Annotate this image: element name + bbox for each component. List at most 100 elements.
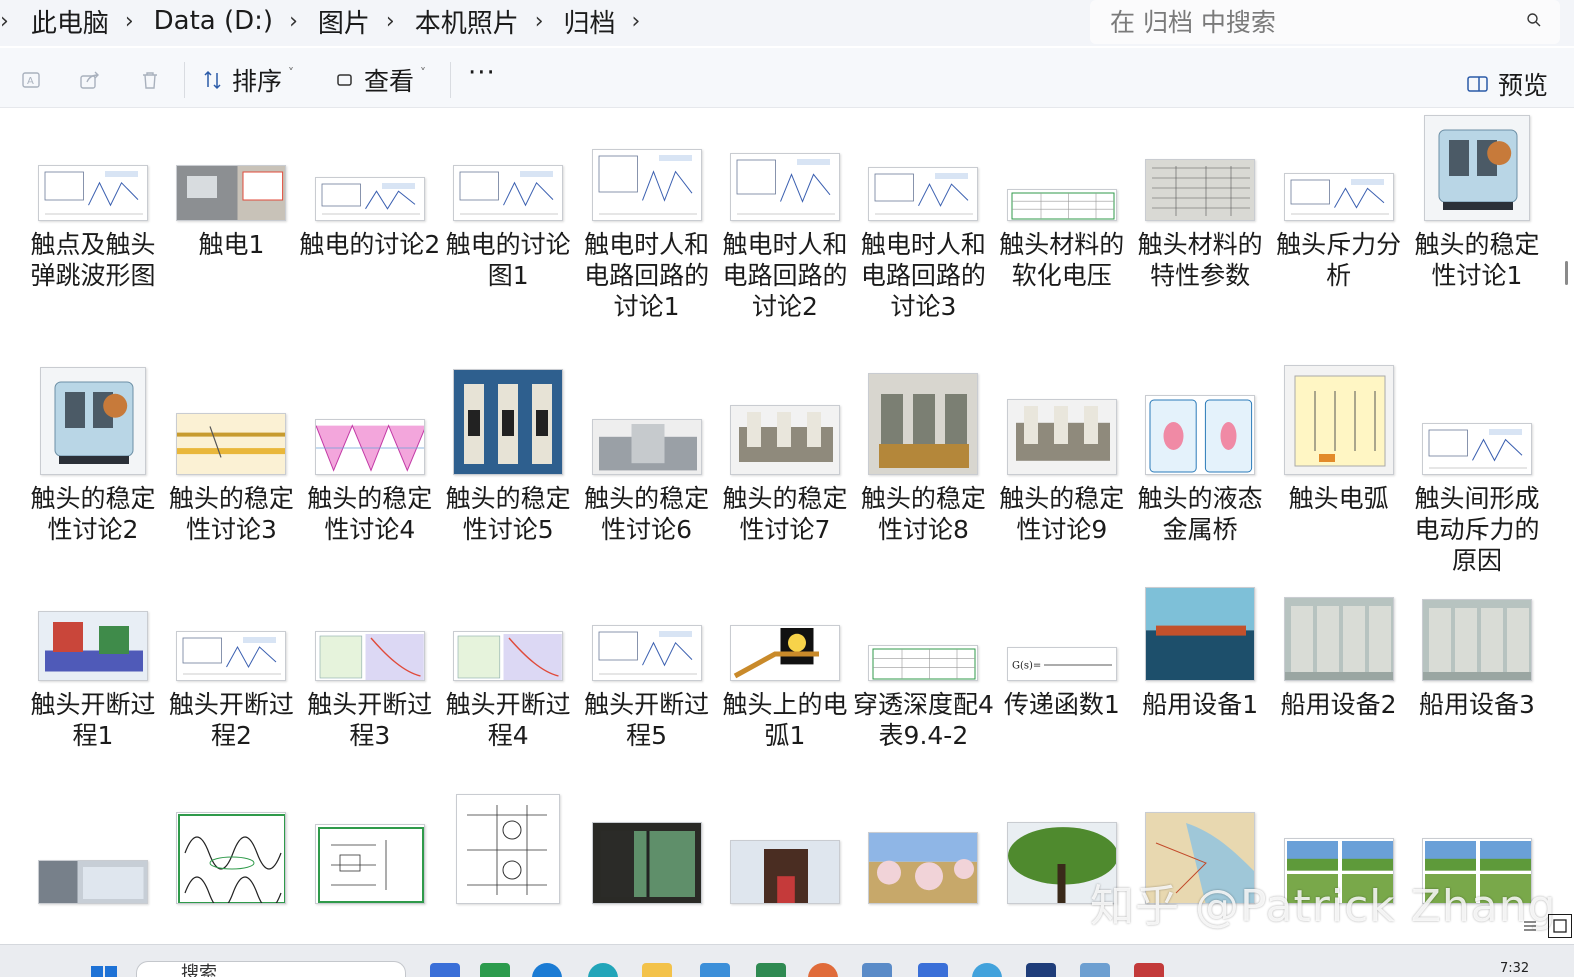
app-icon[interactable] xyxy=(1134,963,1164,977)
preview-pane-button[interactable]: 预览 xyxy=(1466,66,1548,102)
chevron-right-icon[interactable]: › xyxy=(0,9,9,34)
file-name: 触头开断过程4 xyxy=(445,690,571,750)
share-icon[interactable] xyxy=(78,68,102,92)
app-icon[interactable] xyxy=(588,963,618,977)
file-thumbnail[interactable] xyxy=(176,165,287,221)
search-box[interactable] xyxy=(1090,0,1560,44)
chevron-right-icon[interactable]: › xyxy=(125,9,134,34)
toolbar-divider xyxy=(184,62,185,98)
search-input[interactable] xyxy=(1110,7,1510,37)
thumbnail-view-icon[interactable] xyxy=(1548,914,1572,938)
file-thumbnail[interactable] xyxy=(38,165,148,221)
file-thumbnail[interactable] xyxy=(176,413,287,475)
file-thumbnail[interactable] xyxy=(1422,599,1532,681)
calendar-icon[interactable] xyxy=(918,963,948,977)
file-thumbnail[interactable] xyxy=(1283,597,1394,681)
file-name: 触点及触头弹跳波形图 xyxy=(30,230,156,290)
file-name: 船用设备3 xyxy=(1419,690,1535,719)
file-thumbnail[interactable] xyxy=(868,645,979,681)
chevron-down-icon: ˅ xyxy=(420,66,427,80)
breadcrumb-item[interactable]: 归档 xyxy=(564,3,616,40)
app-icon[interactable] xyxy=(700,963,730,977)
file-thumbnail[interactable] xyxy=(1424,115,1530,221)
chevron-right-icon[interactable]: › xyxy=(632,9,641,34)
svg-text:A: A xyxy=(27,76,34,87)
file-thumbnail[interactable]: G(s)= xyxy=(1006,647,1117,681)
file-thumbnail[interactable] xyxy=(591,419,702,475)
file-thumbnail[interactable] xyxy=(591,149,702,221)
file-thumbnail[interactable] xyxy=(1283,173,1394,221)
file-thumbnail[interactable] xyxy=(868,167,979,221)
file-name: 触头的稳定性讨论6 xyxy=(584,484,710,544)
scrollbar-thumb[interactable] xyxy=(1565,261,1568,285)
file-thumbnail[interactable] xyxy=(868,373,979,475)
svg-text:G(s)=: G(s)= xyxy=(1012,660,1041,671)
file-thumbnail[interactable] xyxy=(868,832,979,904)
breadcrumb-item[interactable]: 此电脑 xyxy=(31,3,109,40)
file-name: 触头开断过程3 xyxy=(307,690,433,750)
app-icon[interactable] xyxy=(862,963,892,977)
file-thumbnail[interactable] xyxy=(314,177,425,221)
details-view-icon[interactable] xyxy=(1518,914,1542,938)
file-thumbnail[interactable] xyxy=(314,419,425,475)
file-thumbnail[interactable] xyxy=(38,860,148,904)
file-thumbnail[interactable] xyxy=(456,794,561,904)
app-icon[interactable] xyxy=(972,963,1002,977)
taskbar-search[interactable]: 搜索 xyxy=(136,961,406,977)
file-name: 触电时人和电路回路的讨论1 xyxy=(584,230,710,321)
file-thumbnail[interactable] xyxy=(453,165,564,221)
file-thumbnail[interactable] xyxy=(1145,587,1256,681)
file-thumbnail[interactable] xyxy=(591,625,702,681)
file-thumbnail[interactable] xyxy=(730,153,840,221)
sort-button[interactable]: 排序 ˅ xyxy=(202,62,294,98)
file-name: 触头电弧 xyxy=(1288,484,1389,513)
file-thumbnail[interactable] xyxy=(1006,189,1117,221)
app-icon[interactable] xyxy=(808,963,838,977)
file-thumbnail[interactable] xyxy=(314,631,425,681)
view-button[interactable]: 查看 ˅ xyxy=(334,62,426,98)
breadcrumb-item[interactable]: 本机照片 xyxy=(415,3,519,40)
start-icon[interactable] xyxy=(90,965,118,977)
file-thumbnail[interactable] xyxy=(1145,395,1256,475)
file-name: 触头的稳定性讨论3 xyxy=(168,484,294,544)
file-thumbnail[interactable] xyxy=(176,812,287,904)
breadcrumb-item[interactable]: 图片 xyxy=(318,3,370,40)
file-thumbnail[interactable] xyxy=(176,631,287,681)
file-thumbnail[interactable] xyxy=(730,625,840,681)
folder-icon[interactable] xyxy=(642,963,672,977)
file-thumbnail[interactable] xyxy=(730,840,840,904)
file-thumbnail[interactable] xyxy=(730,405,840,475)
file-name: 触头的稳定性讨论2 xyxy=(30,484,156,544)
rename-icon[interactable]: A xyxy=(20,68,44,92)
edge-icon[interactable] xyxy=(532,963,562,977)
file-thumbnail[interactable] xyxy=(453,369,564,475)
chevron-right-icon[interactable]: › xyxy=(386,9,395,34)
app-icon[interactable] xyxy=(1026,963,1056,977)
chevron-right-icon[interactable]: › xyxy=(289,9,298,34)
file-thumbnail[interactable] xyxy=(1283,365,1394,475)
address-bar: › 此电脑 › Data (D:) › 图片 › 本机照片 › 归档 › xyxy=(0,0,1574,46)
delete-icon[interactable] xyxy=(138,68,162,92)
app-icon[interactable] xyxy=(756,963,786,977)
breadcrumb[interactable]: › 此电脑 › Data (D:) › 图片 › 本机照片 › 归档 › xyxy=(0,0,1080,42)
vertical-scrollbar[interactable] xyxy=(1560,109,1574,941)
app-icon[interactable] xyxy=(1080,963,1110,977)
more-options-button[interactable]: ··· xyxy=(468,58,496,88)
chevron-right-icon[interactable]: › xyxy=(535,9,544,34)
file-name: 触头斥力分析 xyxy=(1276,230,1402,290)
file-thumbnail[interactable] xyxy=(453,631,564,681)
file-thumbnail[interactable] xyxy=(314,824,425,904)
search-icon[interactable] xyxy=(1526,12,1542,28)
file-thumbnail[interactable] xyxy=(40,367,146,475)
app-icon[interactable] xyxy=(480,963,510,977)
view-label: 查看 xyxy=(364,67,415,96)
file-name: 触头间形成电动斥力的原因 xyxy=(1414,484,1540,575)
file-thumbnail[interactable] xyxy=(1145,159,1256,221)
app-icon[interactable] xyxy=(430,963,460,977)
file-thumbnail[interactable] xyxy=(591,822,702,904)
file-thumbnail[interactable] xyxy=(1006,399,1117,475)
breadcrumb-item[interactable]: Data (D:) xyxy=(154,6,273,36)
file-name: 穿透深度配4表9.4-2 xyxy=(852,690,994,750)
file-thumbnail[interactable] xyxy=(38,611,148,681)
file-thumbnail[interactable] xyxy=(1422,423,1532,475)
